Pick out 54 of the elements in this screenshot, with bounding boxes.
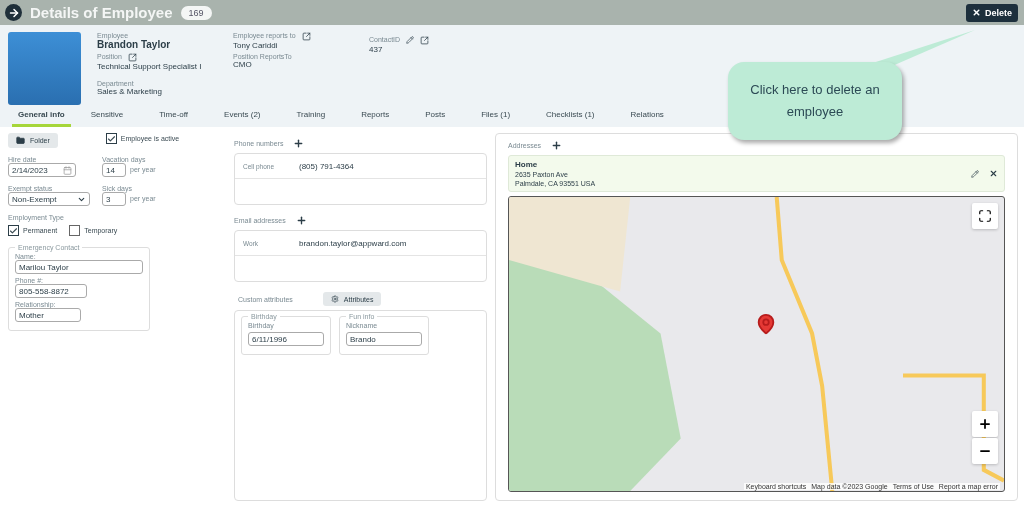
add-icon[interactable]: [295, 215, 307, 226]
address-name: Home: [515, 160, 539, 169]
close-icon[interactable]: [989, 169, 998, 178]
add-icon[interactable]: [551, 140, 563, 151]
checkbox[interactable]: [105, 133, 117, 144]
page-title: Details of Employee: [30, 4, 173, 21]
count-badge: 169: [180, 5, 212, 20]
input-field[interactable]: Marilou Taylor: [15, 260, 143, 274]
close-icon: [972, 8, 981, 17]
delete-button[interactable]: Delete: [966, 3, 1018, 22]
tab[interactable]: Sensitive: [84, 105, 130, 127]
folder-icon: [16, 136, 25, 145]
tab[interactable]: General info: [12, 105, 71, 127]
field-value: Tony Cariddi: [233, 41, 279, 50]
input-field[interactable]: Mother: [15, 308, 81, 322]
add-icon[interactable]: [293, 138, 305, 149]
tab[interactable]: Events (2): [218, 105, 267, 127]
zoom-out-button[interactable]: [972, 438, 998, 464]
tab[interactable]: Checklists (1): [540, 105, 601, 127]
field-value: Sales & Marketing: [97, 87, 163, 96]
checkbox[interactable]: [8, 225, 19, 236]
input-field[interactable]: 6/11/1996: [248, 332, 324, 346]
input-field[interactable]: 805-558-8872: [15, 284, 87, 298]
tab[interactable]: Relations: [624, 105, 670, 127]
zoom-in-button[interactable]: [972, 411, 998, 437]
tab[interactable]: Files (1): [475, 105, 517, 127]
email-address: brandon.taylor@appward.com: [299, 238, 407, 248]
external-link-icon[interactable]: [127, 53, 137, 62]
checkbox[interactable]: [69, 225, 81, 236]
fullscreen-button[interactable]: [972, 203, 998, 229]
external-link-icon[interactable]: [420, 36, 430, 45]
field-value: Technical Support Specialist I: [97, 62, 203, 71]
tab[interactable]: Posts: [419, 105, 452, 127]
pencil-icon[interactable]: [971, 169, 979, 178]
fullscreen-icon: [978, 209, 992, 223]
input-field[interactable]: 3: [102, 192, 126, 206]
calendar-icon: [63, 165, 72, 175]
date-field[interactable]: 2/14/2023: [8, 163, 76, 177]
input-field[interactable]: 14: [102, 163, 126, 177]
callout-bubble: Click here to delete an employee: [728, 62, 902, 140]
input-field[interactable]: Brando: [346, 332, 422, 346]
tab[interactable]: Reports: [355, 105, 396, 127]
tab[interactable]: Time-off: [153, 105, 195, 127]
field-value: CMO: [233, 60, 253, 69]
employee-name: Brandon Taylor: [97, 39, 172, 50]
map-pin-icon: [755, 313, 777, 335]
gear-icon: [330, 295, 339, 303]
external-link-icon[interactable]: [301, 32, 311, 41]
pencil-icon[interactable]: [406, 36, 415, 44]
tab[interactable]: Training: [290, 105, 332, 127]
plus-icon: [978, 417, 992, 431]
phone-number: (805) 791-4364: [299, 161, 354, 171]
dropdown[interactable]: Non-Exempt: [8, 192, 90, 206]
field-value: 437: [369, 45, 384, 54]
